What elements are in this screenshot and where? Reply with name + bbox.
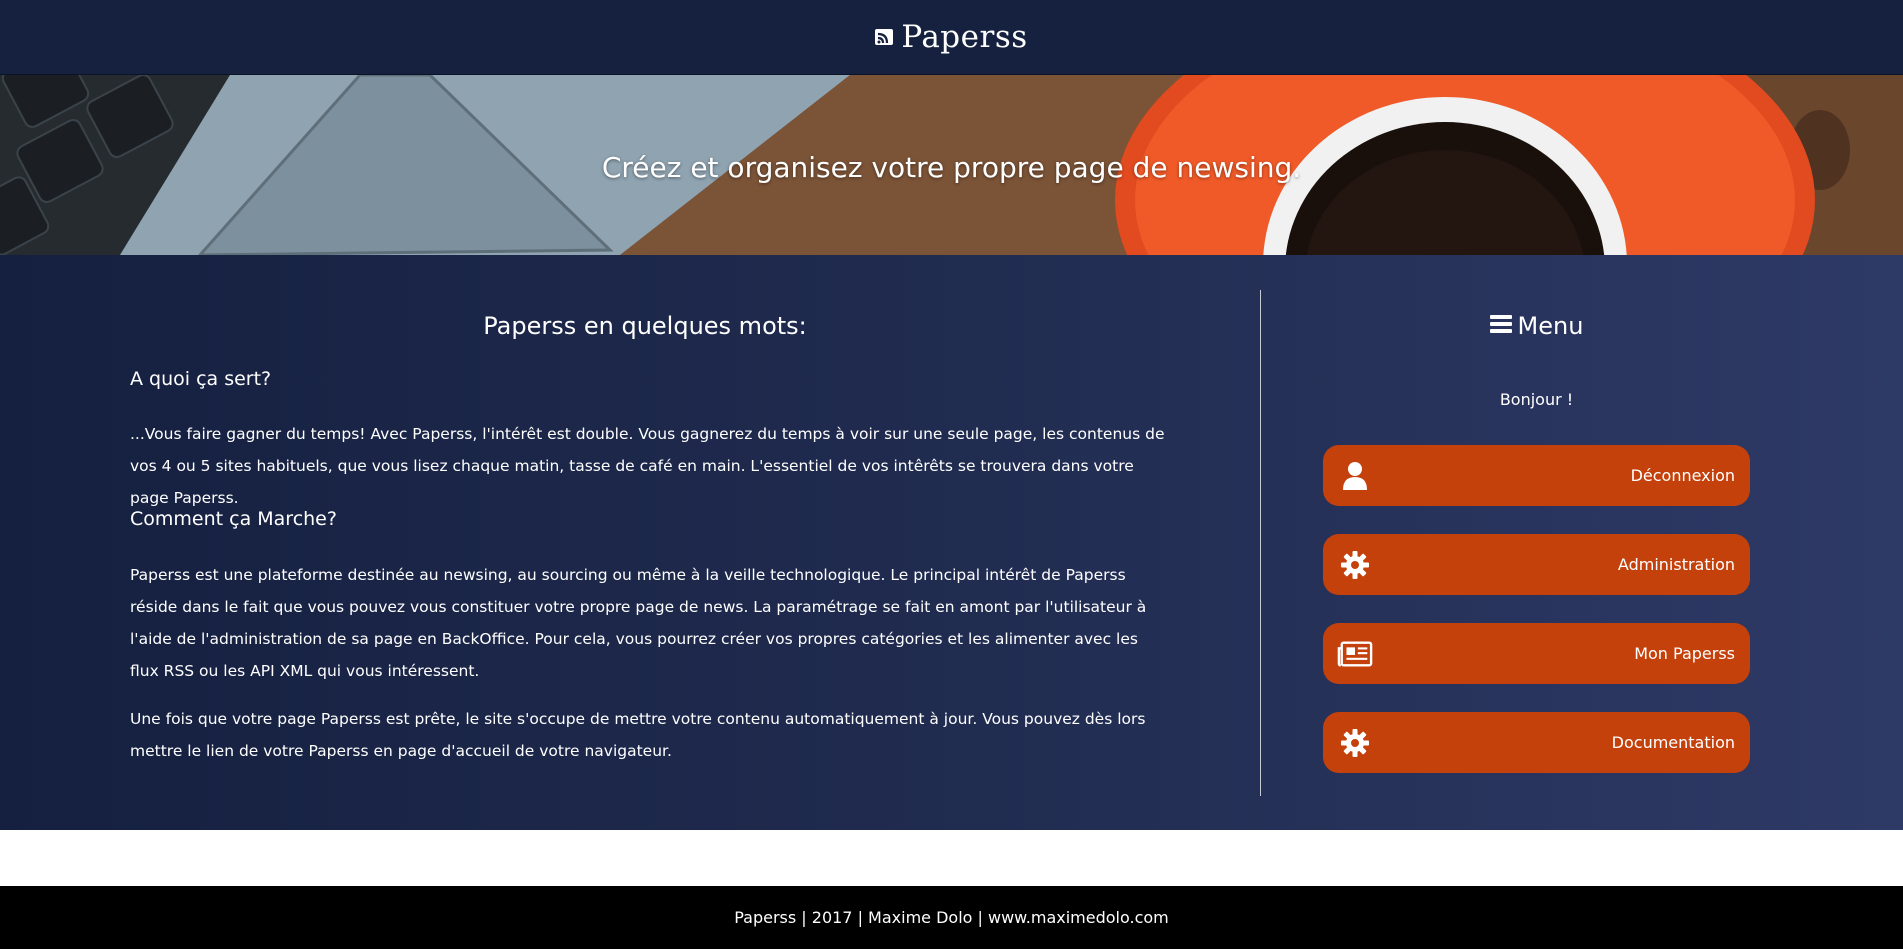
menu-title: Menu — [1323, 312, 1750, 340]
brand-link[interactable]: Paperss — [875, 19, 1027, 55]
hero-banner: Créez et organisez votre propre page de … — [0, 75, 1903, 255]
greeting-text: Bonjour ! — [1499, 390, 1574, 409]
site-title: Paperss — [901, 19, 1028, 55]
rss-icon — [875, 28, 894, 46]
documentation-button[interactable]: Documentation — [1323, 712, 1750, 773]
logout-button[interactable]: Déconnexion — [1323, 445, 1750, 506]
logout-label: Déconnexion — [1630, 466, 1735, 485]
gear-icon — [1337, 725, 1373, 761]
section-text-how-2: Une fois que votre page Paperss est prêt… — [130, 710, 1146, 760]
section-title-purpose: A quoi ça sert? — [130, 368, 272, 390]
about-heading: Paperss en quelques mots: — [483, 312, 807, 340]
white-spacer — [0, 830, 1903, 886]
mon-paperss-button[interactable]: Mon Paperss — [1323, 623, 1750, 684]
hero-tagline: Créez et organisez votre propre page de … — [601, 150, 1302, 184]
top-header: Paperss — [0, 0, 1903, 75]
mon-paperss-label: Mon Paperss — [1634, 644, 1735, 663]
page-footer: Paperss | 2017 | Maxime Dolo | www.maxim… — [0, 886, 1903, 949]
vertical-divider — [1260, 290, 1261, 796]
section-title-how: Comment ça Marche? — [130, 508, 337, 530]
documentation-label: Documentation — [1611, 733, 1735, 752]
main-content-area: Paperss en quelques mots: A quoi ça sert… — [0, 255, 1903, 830]
section-text-how-1: Paperss est une plateforme destinée au n… — [130, 566, 1147, 680]
bars-icon — [1489, 312, 1512, 340]
section-text-purpose: ...Vous faire gagner du temps! Avec Pape… — [130, 425, 1165, 507]
newspaper-icon — [1337, 636, 1373, 672]
gear-icon — [1337, 547, 1373, 583]
administration-button[interactable]: Administration — [1323, 534, 1750, 595]
administration-label: Administration — [1617, 555, 1735, 574]
footer-text: Paperss | 2017 | Maxime Dolo | www.maxim… — [734, 908, 1169, 927]
user-icon — [1337, 458, 1373, 494]
menu-title-label: Menu — [1517, 312, 1584, 340]
